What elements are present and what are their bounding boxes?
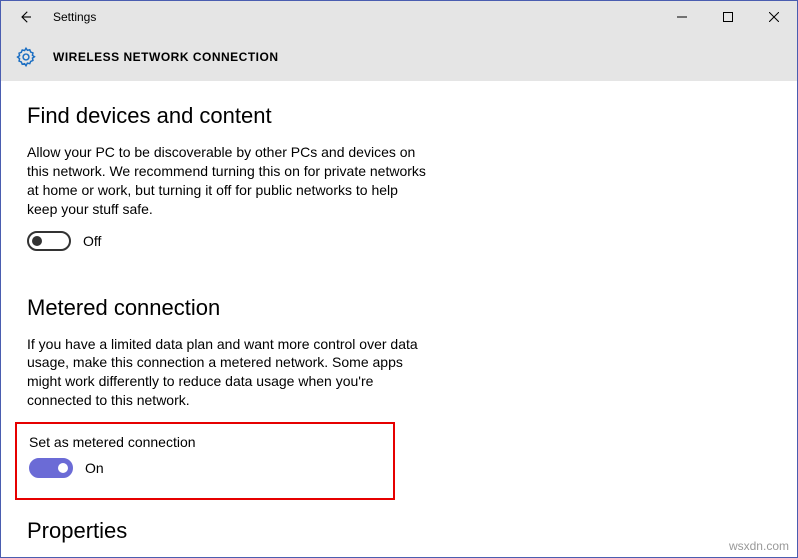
gear-icon — [15, 46, 37, 68]
metered-toggle-label: On — [85, 460, 104, 476]
page-header: WIRELESS NETWORK CONNECTION — [1, 33, 797, 81]
metered-sub-label: Set as metered connection — [29, 434, 383, 450]
close-button[interactable] — [751, 1, 797, 33]
minimize-button[interactable] — [659, 1, 705, 33]
section-metered-title: Metered connection — [27, 295, 771, 321]
window-controls — [659, 1, 797, 33]
highlight-box: Set as metered connection On — [15, 422, 395, 500]
back-button[interactable] — [1, 1, 49, 33]
toggle-knob — [32, 236, 42, 246]
toggle-knob — [58, 463, 68, 473]
find-devices-toggle[interactable] — [27, 231, 71, 251]
titlebar: Settings — [1, 1, 797, 33]
section-find-devices-title: Find devices and content — [27, 103, 771, 129]
metered-toggle-row: On — [29, 458, 383, 478]
section-properties-title: Properties — [27, 518, 771, 544]
app-title: Settings — [49, 10, 659, 24]
page-title: WIRELESS NETWORK CONNECTION — [53, 50, 279, 64]
section-metered-description: If you have a limited data plan and want… — [27, 335, 427, 411]
content-area: Find devices and content Allow your PC t… — [1, 81, 797, 544]
metered-toggle[interactable] — [29, 458, 73, 478]
find-devices-toggle-row: Off — [27, 231, 771, 251]
watermark: wsxdn.com — [729, 539, 789, 553]
find-devices-toggle-label: Off — [83, 233, 101, 249]
section-find-devices-description: Allow your PC to be discoverable by othe… — [27, 143, 427, 219]
maximize-button[interactable] — [705, 1, 751, 33]
